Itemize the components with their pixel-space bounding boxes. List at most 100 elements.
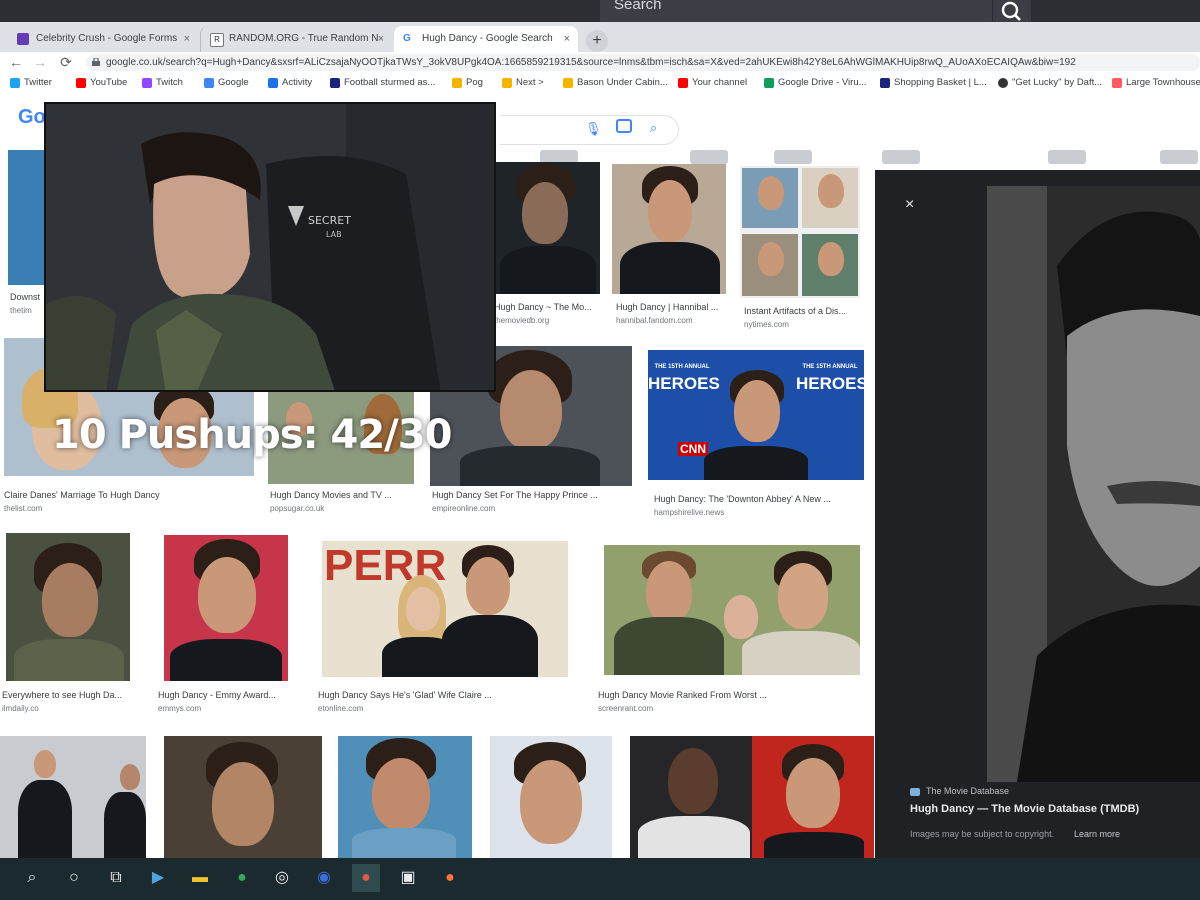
microphone-icon[interactable]: 🎙 [585,121,602,137]
result-caption[interactable]: Hugh Dancy Set For The Happy Prince ... [432,490,632,500]
filter-chip[interactable] [774,150,812,164]
desktop-search-box[interactable]: Search [600,0,992,24]
back-arrow-icon[interactable]: ← [6,52,26,72]
bookmark-next[interactable]: Next > [502,77,544,88]
close-icon[interactable]: × [564,26,570,52]
result-image[interactable] [164,736,322,858]
filter-chip[interactable] [1048,150,1086,164]
preview-title[interactable]: Hugh Dancy — The Movie Database (TMDB) [910,803,1139,815]
close-icon[interactable]: × [905,196,914,214]
result-caption[interactable]: Hugh Dancy ~ The Mo... [494,302,594,312]
result-image[interactable] [6,533,130,681]
result-source: nytimes.com [744,320,789,329]
result-caption[interactable]: Hugh Dancy Says He's 'Glad' Wife Claire … [318,690,568,700]
close-icon[interactable]: × [184,26,190,52]
tab-celebrity-crush[interactable]: Celebrity Crush - Google Forms × [8,26,198,52]
lens-icon[interactable] [616,119,632,133]
tab-hugh-dancy-search[interactable]: G Hugh Dancy - Google Search × [394,26,578,52]
close-icon[interactable]: × [378,26,384,52]
lock-icon[interactable] [92,58,100,66]
result-source: etonline.com [318,704,364,713]
result-caption[interactable]: Hugh Dancy Movie Ranked From Worst ... [598,690,858,700]
filter-chip[interactable] [1160,150,1198,164]
bookmark-label: Football sturmed as... [344,77,436,88]
result-image[interactable] [604,545,860,675]
shop-icon [880,78,890,88]
result-caption[interactable]: Hugh Dancy: The 'Downton Abbey' A New ..… [654,494,864,504]
tab-label: Hugh Dancy - Google Search [422,33,553,44]
result-caption[interactable]: Hugh Dancy Movies and TV ... [270,490,410,500]
bookmark-get-lucky[interactable]: "Get Lucky" by Daft... [998,77,1102,88]
result-image[interactable] [164,535,288,681]
result-image[interactable] [612,164,726,294]
bookmark-google-drive[interactable]: Google Drive - Viru... [764,77,867,88]
bookmark-townhouse[interactable]: Large Townhouse [1112,77,1200,88]
result-image[interactable] [630,736,874,858]
webcam-overlay: SECRET LAB [44,102,496,392]
chrome-icon[interactable]: ● [228,864,256,892]
bookmark-youtube[interactable]: YouTube [76,77,127,88]
google-icon [204,78,214,88]
result-image[interactable] [0,736,146,858]
random-org-icon: R [210,33,224,47]
obs-icon[interactable]: ● [352,864,380,892]
result-caption[interactable]: Claire Danes' Marriage To Hugh Dancy [4,490,254,500]
music-icon [998,78,1008,88]
desktop-search-button[interactable] [992,0,1031,24]
learn-more-link[interactable]: Learn more [1074,829,1120,839]
forward-arrow-icon[interactable]: → [30,52,50,72]
result-image[interactable] [8,150,48,285]
bookmark-twitter[interactable]: Twitter [10,77,52,88]
search-icon[interactable]: ⌕ [18,864,46,892]
bookmark-google[interactable]: Google [204,77,249,88]
tab-random-org[interactable]: R RANDOM.ORG - True Random N × [200,26,392,52]
google-icon: G [403,33,415,45]
drive-icon [764,78,774,88]
youtube-icon [76,78,86,88]
result-source: thetim [10,306,32,315]
task-view-icon[interactable]: ⧉ [102,864,130,892]
result-image[interactable] [496,162,600,294]
bookmark-activity[interactable]: Activity [268,77,312,88]
desktop-search-label: Search [614,0,662,13]
filter-chip[interactable] [882,150,920,164]
bookmark-shopping[interactable]: Shopping Basket | L... [880,77,987,88]
bookmark-label: Large Townhouse [1126,77,1200,88]
result-caption[interactable]: Hugh Dancy - Emmy Award... [158,690,292,700]
address-bar[interactable]: google.co.uk/search?q=Hugh+Dancy&sxsrf=A… [86,54,1200,71]
reload-icon[interactable]: ⟳ [56,52,76,72]
result-source: hannibal.fandom.com [616,316,693,325]
bookmark-label: Activity [282,77,313,88]
result-source: ilmdaily.co [2,704,39,713]
result-image[interactable] [490,736,612,858]
bookmark-label: Next > [516,77,544,88]
media-player-icon[interactable]: ▶ [144,864,172,892]
bookmark-twitch[interactable]: Twitch [142,77,183,88]
preview-image[interactable] [987,186,1200,782]
result-image[interactable] [338,736,472,858]
google-logo[interactable]: Go [18,106,46,129]
result-image-cnn-heroes[interactable]: THE 15TH ANNUAL HEROES THE 15TH ANNUAL H… [648,350,864,480]
file-explorer-icon[interactable]: ▬ [186,864,214,892]
bookmark-bason[interactable]: Bason Under Cabin... [563,77,668,88]
filter-chip[interactable] [690,150,728,164]
search-icon[interactable]: ⌕ [650,120,657,136]
result-image[interactable]: PERR [322,541,568,677]
result-caption[interactable]: Hugh Dancy | Hannibal ... [616,302,728,312]
firefox-icon[interactable]: ● [436,864,464,892]
new-tab-button[interactable]: + [586,30,608,52]
discord-icon[interactable]: ◉ [310,864,338,892]
bookmark-pog[interactable]: Pog [452,77,483,88]
cortana-icon[interactable]: ○ [60,864,88,892]
stream-deck-icon[interactable]: ▣ [394,864,422,892]
preview-source[interactable]: The Movie Database [926,786,1009,796]
bookmark-your-channel[interactable]: Your channel [678,77,747,88]
result-caption[interactable]: Instant Artifacts of a Dis... [744,306,862,316]
result-caption[interactable]: Downst [10,292,46,302]
result-caption[interactable]: Everywhere to see Hugh Da... [2,690,130,700]
bookmark-football[interactable]: Football sturmed as... [330,77,435,88]
steam-icon[interactable]: ◎ [268,864,296,892]
result-image-collage[interactable] [740,166,860,298]
bookmarks-bar: Twitter YouTube Twitch Google Activity F… [0,72,1200,95]
cnn-banner-heroes-left: HEROES [648,374,720,393]
